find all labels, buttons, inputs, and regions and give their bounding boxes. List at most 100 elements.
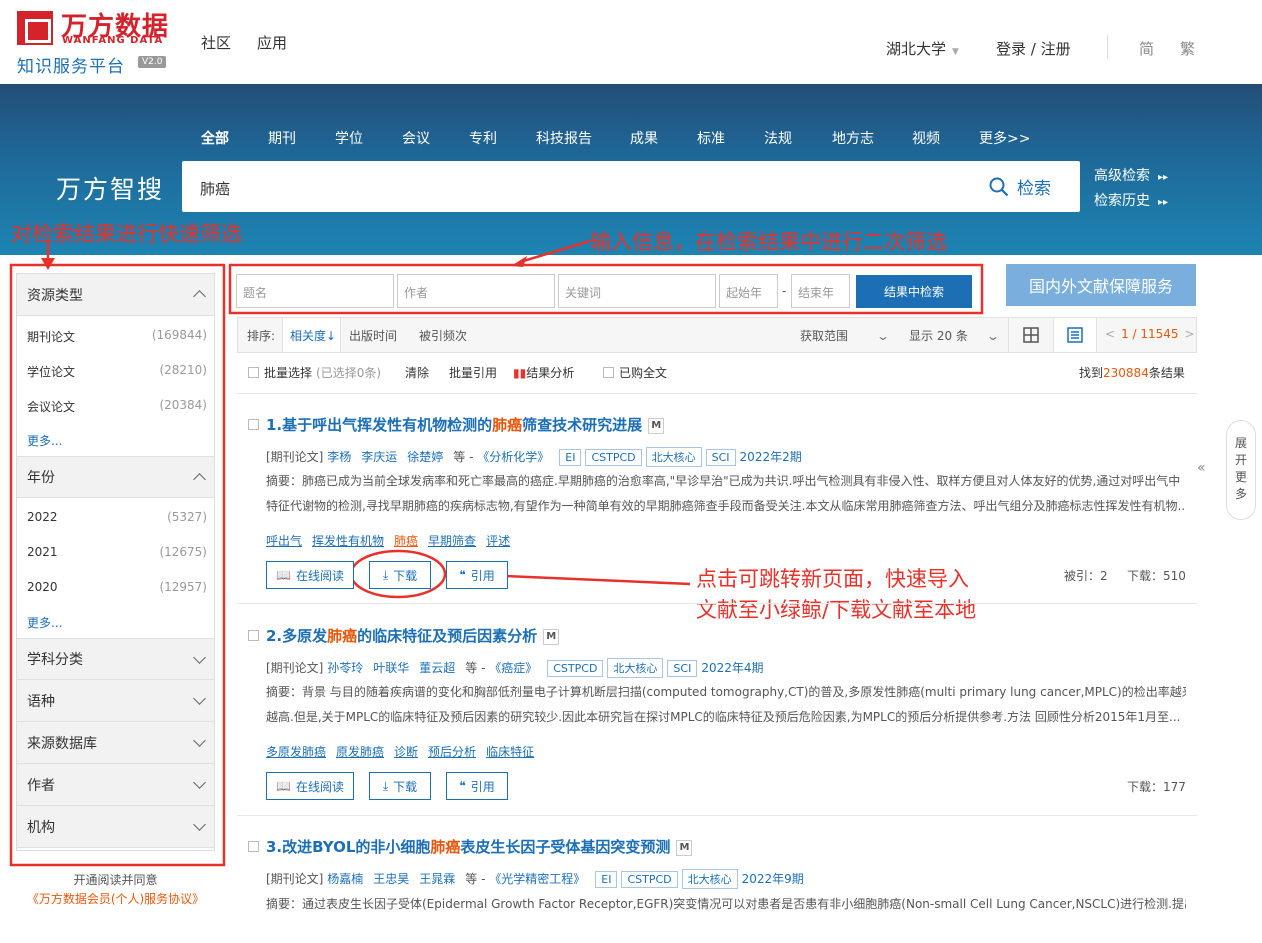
- prev-page-icon[interactable]: <: [1105, 327, 1115, 341]
- page-indicator: 1 / 11545: [1121, 327, 1179, 341]
- keyword-link[interactable]: 多原发肺癌: [266, 745, 326, 759]
- keyword-link[interactable]: 评述: [486, 534, 510, 548]
- facet-year[interactable]: 年份: [17, 456, 214, 498]
- facet-item[interactable]: 会议论文 (20384): [27, 398, 207, 415]
- facet-title: 语种: [27, 693, 55, 710]
- keyword-link[interactable]: 挥发性有机物: [312, 534, 384, 548]
- author-link[interactable]: 杨嘉楠: [327, 872, 363, 886]
- filter-start-year[interactable]: 起始年: [719, 274, 778, 308]
- issue-link[interactable]: 2022年9期: [742, 872, 804, 886]
- facet-language[interactable]: 语种: [17, 680, 214, 722]
- chevron-down-icon: [193, 776, 206, 789]
- keyword-link[interactable]: 预后分析: [428, 745, 476, 759]
- facet-item[interactable]: 2021 (12675): [27, 545, 207, 559]
- facet-author[interactable]: 作者: [17, 764, 214, 806]
- download-button[interactable]: ⤓ 下载: [369, 772, 431, 800]
- journal-link[interactable]: 《分析化学》: [477, 450, 549, 464]
- page-size-dropdown[interactable]: 显示 20 条 ⌄: [909, 327, 1000, 344]
- result-title[interactable]: 3.改进BYOL的非小细胞肺癌表皮生长因子受体基因突变预测 M: [266, 836, 693, 857]
- sort-cited[interactable]: 被引频次: [419, 327, 467, 344]
- filter-title-input[interactable]: 题名: [236, 274, 394, 308]
- facet-item[interactable]: 2022 (5327): [27, 510, 207, 524]
- result-title[interactable]: 2.多原发肺癌的临床特征及预后因素分析 M: [266, 625, 560, 646]
- list-view-button[interactable]: [1053, 318, 1097, 352]
- sort-relevance-label: 相关度: [290, 329, 327, 343]
- search-within-results-button[interactable]: 结果中检索: [856, 275, 972, 308]
- found-number: 230884: [1103, 366, 1149, 380]
- author-link[interactable]: 李杨: [327, 450, 351, 464]
- issue-link[interactable]: 2022年4期: [701, 661, 763, 675]
- keyword-link[interactable]: 临床特征: [486, 745, 534, 759]
- batch-select[interactable]: 批量选择 (已选择0条): [248, 364, 381, 381]
- m-badge-icon: M: [543, 629, 560, 645]
- title-part: 2.多原发: [266, 627, 328, 645]
- batch-cite-button[interactable]: 批量引用: [449, 364, 497, 381]
- facet-more-link[interactable]: 更多...: [27, 614, 62, 631]
- scope-dropdown[interactable]: 获取范围 ⌄: [800, 327, 890, 344]
- result-checkbox[interactable]: [248, 630, 259, 641]
- facet-resource-type[interactable]: 资源类型: [17, 274, 214, 316]
- result-analysis-button[interactable]: ▮▮结果分析: [513, 364, 574, 381]
- keyword-link[interactable]: 呼出气: [266, 534, 302, 548]
- author-etc: 等: [465, 872, 478, 886]
- keyword-link[interactable]: 原发肺癌: [336, 745, 384, 759]
- quote-icon: ❝: [459, 568, 466, 582]
- result-title[interactable]: 1.基于呼出气挥发性有机物检测的肺癌筛查技术研究进展 M: [266, 414, 665, 435]
- chevron-up-icon: [193, 290, 206, 303]
- purchased-filter[interactable]: 已购全文: [603, 364, 667, 381]
- expand-label: 展开更多: [1234, 436, 1247, 501]
- index-tag: SCI: [667, 660, 698, 677]
- journal-link[interactable]: 《光学精密工程》: [489, 872, 585, 886]
- issue-link[interactable]: 2022年2期: [740, 450, 802, 464]
- checkbox-icon: [248, 367, 259, 378]
- expand-more-tab[interactable]: 展开更多: [1226, 420, 1256, 520]
- author-link[interactable]: 王晁霖: [419, 872, 455, 886]
- sidebar-footer-text: 开通阅读并同意: [73, 873, 158, 887]
- filter-end-year[interactable]: 结束年: [791, 274, 850, 308]
- author-link[interactable]: 孙苓玲: [327, 661, 363, 675]
- document-service-button[interactable]: 国内外文献保障服务: [1006, 264, 1196, 306]
- grid-view-button[interactable]: [1008, 318, 1052, 352]
- facet-institution[interactable]: 机构: [17, 806, 214, 848]
- author-link[interactable]: 王忠昊: [373, 872, 409, 886]
- filter-keyword-input[interactable]: 关键词: [558, 274, 716, 308]
- facet-item[interactable]: 期刊论文 (169844): [27, 328, 207, 345]
- author-link[interactable]: 徐楚婷: [407, 450, 443, 464]
- sort-date[interactable]: 出版时间: [349, 327, 397, 344]
- cite-button[interactable]: ❝ 引用: [446, 772, 508, 800]
- grid-view-icon: [1022, 327, 1039, 343]
- read-online-button[interactable]: 📖 在线阅读: [266, 772, 354, 800]
- next-page-icon[interactable]: >: [1185, 327, 1195, 341]
- collapse-double-left-icon[interactable]: «: [1197, 460, 1206, 476]
- service-agreement-link[interactable]: 《万方数据会员(个人)服务协议》: [16, 890, 215, 907]
- filter-author-input[interactable]: 作者: [397, 274, 555, 308]
- read-online-button[interactable]: 📖 在线阅读: [266, 561, 354, 589]
- facet-title: 来源数据库: [27, 735, 97, 752]
- keyword-list: 多原发肺癌 原发肺癌 诊断 预后分析 临床特征: [266, 743, 544, 760]
- facet-subject[interactable]: 学科分类: [17, 638, 214, 680]
- result-meta: [期刊论文] 孙苓玲 叶联华 董云超等 - 《癌症》 CSTPCD 北大核心 SCI 202…: [266, 658, 774, 678]
- facet-item[interactable]: 2020 (12957): [27, 580, 207, 594]
- clear-button[interactable]: 清除: [405, 364, 429, 381]
- annotation-arrow-top: [519, 239, 591, 264]
- keyword-link[interactable]: 早期筛查: [428, 534, 476, 548]
- keyword-link[interactable]: 肺癌: [394, 534, 418, 548]
- pagination[interactable]: <1 / 11545 >: [1105, 327, 1195, 341]
- author-link[interactable]: 叶联华: [373, 661, 409, 675]
- keyword-list: 呼出气 挥发性有机物 肺癌 早期筛查 评述: [266, 532, 520, 549]
- sort-label: 排序:: [247, 329, 276, 343]
- index-tag: CSTPCD: [621, 871, 678, 888]
- keyword-link[interactable]: 诊断: [394, 745, 418, 759]
- cite-button[interactable]: ❝ 引用: [446, 561, 508, 589]
- author-link[interactable]: 李庆运: [361, 450, 397, 464]
- sort-relevance[interactable]: 相关度↓: [290, 327, 336, 344]
- download-button[interactable]: ⤓ 下载: [369, 561, 431, 589]
- facet-more-link[interactable]: 更多...: [27, 432, 62, 449]
- download-count: 下载：510: [1127, 569, 1186, 583]
- facet-source-db[interactable]: 来源数据库: [17, 722, 214, 764]
- result-checkbox[interactable]: [248, 419, 259, 430]
- author-link[interactable]: 董云超: [419, 661, 455, 675]
- facet-item[interactable]: 学位论文 (28210): [27, 363, 207, 380]
- journal-link[interactable]: 《癌症》: [489, 661, 537, 675]
- result-checkbox[interactable]: [248, 841, 259, 852]
